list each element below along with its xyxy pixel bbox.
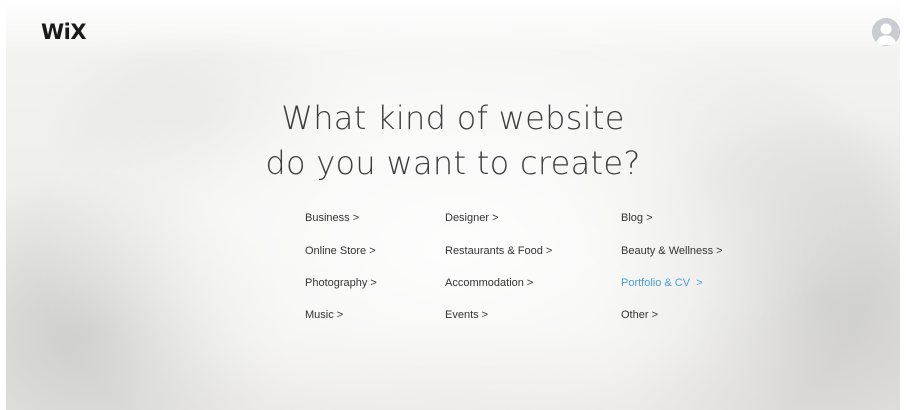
- user-avatar-icon[interactable]: [872, 18, 900, 46]
- page-title-line-1: What kind of website: [281, 99, 625, 137]
- wix-onboarding-page: WiX What kind of website do you want to …: [0, 0, 906, 410]
- category-blog[interactable]: Blog >: [621, 212, 653, 224]
- category-events[interactable]: Events >: [445, 309, 488, 321]
- page-title-line-2: do you want to create?: [265, 144, 641, 182]
- website-category-grid: Business > Online Store > Photography > …: [305, 212, 765, 332]
- category-other[interactable]: Other >: [621, 309, 658, 321]
- category-business[interactable]: Business >: [305, 212, 359, 224]
- header-bar: [0, 0, 906, 60]
- category-beauty-wellness[interactable]: Beauty & Wellness >: [621, 245, 723, 257]
- category-music[interactable]: Music >: [305, 309, 343, 321]
- category-restaurants-food[interactable]: Restaurants & Food >: [445, 245, 552, 257]
- category-online-store[interactable]: Online Store >: [305, 245, 376, 257]
- page-title: What kind of website do you want to crea…: [0, 96, 906, 186]
- wix-logo[interactable]: WiX: [41, 20, 87, 44]
- category-designer[interactable]: Designer >: [445, 212, 499, 224]
- category-portfolio-cv[interactable]: Portfolio & CV >: [621, 277, 703, 289]
- right-edge: [900, 0, 906, 410]
- left-edge: [0, 0, 6, 410]
- foggy-landscape-background: [0, 0, 906, 410]
- category-accommodation[interactable]: Accommodation >: [445, 277, 533, 289]
- category-photography[interactable]: Photography >: [305, 277, 377, 289]
